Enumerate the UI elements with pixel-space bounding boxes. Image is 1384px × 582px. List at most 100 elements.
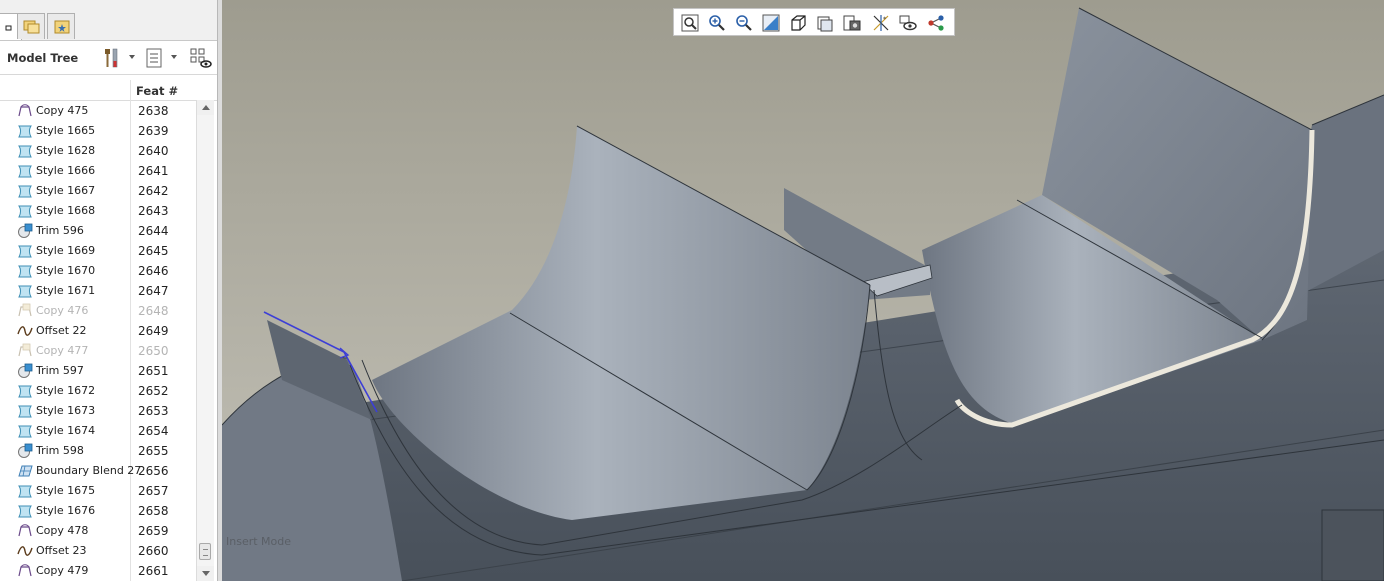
style-icon	[17, 203, 34, 219]
tree-item-name: Style 1666	[36, 164, 96, 177]
tree-item-name: Style 1669	[36, 244, 96, 257]
tree-item-feat-number: 2642	[138, 184, 169, 198]
tree-item-feat-number: 2643	[138, 204, 169, 218]
tree-item-feat-number: 2650	[138, 344, 169, 358]
navigator-tabs	[0, 0, 217, 41]
copy-icon	[17, 343, 34, 359]
style-icon	[17, 143, 34, 159]
style-icon	[17, 183, 34, 199]
display-style-button[interactable]	[787, 12, 809, 34]
tree-item[interactable]: Trim 598 2655	[0, 441, 196, 461]
tree-item-feat-number: 2657	[138, 484, 169, 498]
model-geometry[interactable]	[222, 0, 1384, 581]
saved-views-button[interactable]	[814, 12, 836, 34]
tree-item-feat-number: 2661	[138, 564, 169, 578]
scroll-down-button[interactable]	[197, 566, 214, 581]
tree-item-feat-number: 2655	[138, 444, 169, 458]
annotation-display-icon	[928, 15, 944, 31]
tree-item[interactable]: Style 1671 2647	[0, 281, 196, 301]
tree-item-name: Style 1628	[36, 144, 96, 157]
tree-columns-icon[interactable]	[145, 47, 163, 69]
display-style-icon	[791, 15, 806, 31]
saved-views-icon	[817, 16, 833, 32]
tree-item[interactable]: Copy 477 2650	[0, 341, 196, 361]
view-manager-button[interactable]	[841, 12, 863, 34]
tree-item-name: Copy 478	[36, 524, 89, 537]
tree-item[interactable]: Style 1676 2658	[0, 501, 196, 521]
tab-favorites[interactable]	[47, 13, 75, 39]
tree-item-name: Offset 22	[36, 324, 87, 337]
tree-item[interactable]: Style 1673 2653	[0, 401, 196, 421]
tree-item-name: Boundary Blend 27	[36, 464, 142, 477]
refit-button[interactable]	[679, 12, 701, 34]
tree-item[interactable]: Copy 479 2661	[0, 561, 196, 581]
tree-item[interactable]: Offset 22 2649	[0, 321, 196, 341]
tree-item[interactable]: Style 1665 2639	[0, 121, 196, 141]
view-manager-icon	[843, 15, 861, 31]
tree-item[interactable]: Boundary Blend 27 2656	[0, 461, 196, 481]
feat-number-column-header[interactable]: Feat #	[136, 84, 178, 98]
annotation-display-button[interactable]	[925, 12, 947, 34]
trim-icon	[17, 443, 34, 459]
tree-item[interactable]: Copy 475 2638	[0, 101, 196, 121]
tree-item-feat-number: 2644	[138, 224, 169, 238]
tree-item-name: Style 1674	[36, 424, 96, 437]
tree-item-feat-number: 2660	[138, 544, 169, 558]
tree-item[interactable]: Offset 23 2660	[0, 541, 196, 561]
datum-display-button[interactable]: *	[870, 12, 892, 34]
tree-item[interactable]: Style 1674 2654	[0, 421, 196, 441]
settings-dropdown-arrow[interactable]	[129, 55, 135, 59]
graphics-viewport[interactable]: Insert Mode	[222, 0, 1384, 581]
tree-item-name: Style 1676	[36, 504, 96, 517]
tree-item[interactable]: Style 1670 2646	[0, 261, 196, 281]
tree-item[interactable]: Style 1669 2645	[0, 241, 196, 261]
tree-item[interactable]: Style 1672 2652	[0, 381, 196, 401]
tree-item-feat-number: 2652	[138, 384, 169, 398]
tree-item-name: Copy 477	[36, 344, 89, 357]
tree-item[interactable]: Style 1666 2641	[0, 161, 196, 181]
tab-folder-browser[interactable]	[17, 13, 45, 39]
show-hide-icon[interactable]	[190, 47, 214, 71]
tree-item[interactable]: Style 1675 2657	[0, 481, 196, 501]
tree-item[interactable]: Trim 596 2644	[0, 221, 196, 241]
zoom-in-icon	[709, 15, 725, 31]
tree-item-feat-number: 2654	[138, 424, 169, 438]
model-tree-title: Model Tree	[7, 51, 79, 65]
folder-browser-icon	[23, 20, 40, 34]
style-icon	[17, 423, 34, 439]
insert-mode-label: Insert Mode	[226, 535, 292, 548]
columns-dropdown-arrow[interactable]	[171, 55, 177, 59]
favorites-icon	[54, 20, 70, 34]
spin-center-icon	[899, 15, 917, 31]
style-icon	[17, 403, 34, 419]
tree-item-name: Style 1671	[36, 284, 96, 297]
view-toolbar: *	[673, 8, 955, 36]
tree-item[interactable]: Style 1668 2643	[0, 201, 196, 221]
tree-item[interactable]: Copy 478 2659	[0, 521, 196, 541]
zoom-out-button[interactable]	[733, 12, 755, 34]
boundary-blend-icon	[17, 463, 34, 479]
settings-tools-icon[interactable]	[102, 47, 122, 69]
style-icon	[17, 503, 34, 519]
tree-item[interactable]: Trim 597 2651	[0, 361, 196, 381]
style-icon	[17, 243, 34, 259]
spin-center-button[interactable]	[897, 12, 919, 34]
tree-item-name: Style 1665	[36, 124, 96, 137]
scroll-thumb[interactable]	[199, 543, 211, 560]
repaint-button[interactable]	[760, 12, 782, 34]
svg-text:*: *	[883, 16, 886, 23]
zoom-in-button[interactable]	[706, 12, 728, 34]
tree-item-feat-number: 2648	[138, 304, 169, 318]
offset-icon	[17, 323, 34, 339]
tree-item[interactable]: Style 1628 2640	[0, 141, 196, 161]
tree-scrollbar[interactable]	[196, 100, 214, 581]
style-icon	[17, 483, 34, 499]
scroll-up-button[interactable]	[197, 100, 214, 115]
tree-item-feat-number: 2651	[138, 364, 169, 378]
tree-item-feat-number: 2639	[138, 124, 169, 138]
tree-item-name: Offset 23	[36, 544, 87, 557]
tree-item[interactable]: Copy 476 2648	[0, 301, 196, 321]
style-icon	[17, 163, 34, 179]
copy-icon	[17, 523, 34, 539]
tree-item[interactable]: Style 1667 2642	[0, 181, 196, 201]
